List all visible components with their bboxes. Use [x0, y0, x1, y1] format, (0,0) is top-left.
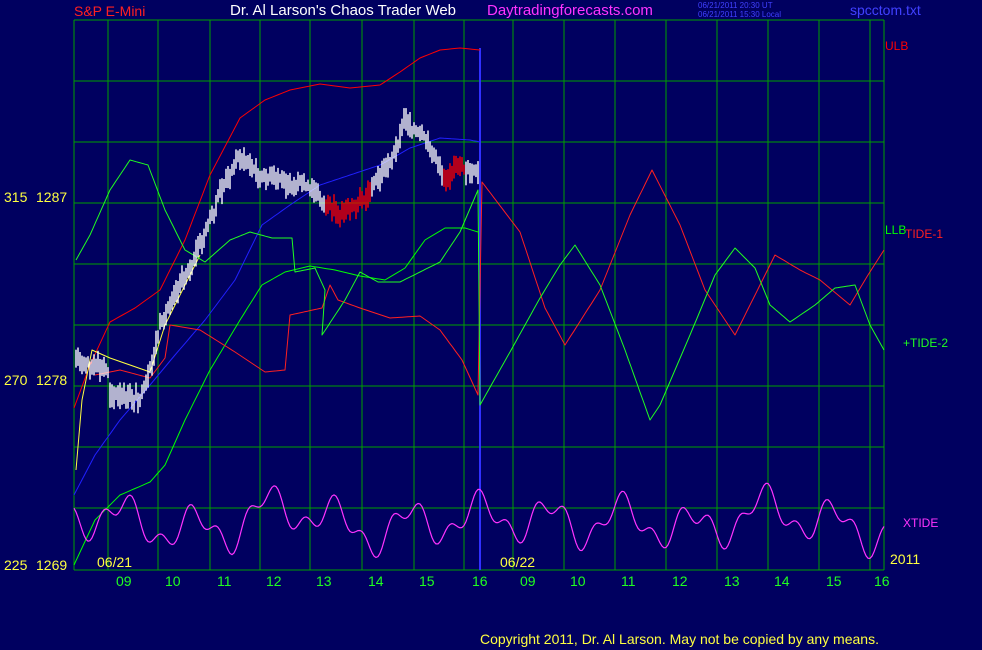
x-label: 09	[520, 573, 536, 589]
legend-xtide: XTIDE	[903, 516, 939, 530]
x-label: 15	[419, 573, 435, 589]
timestamp-local: 06/21/2011 15:30 Local	[698, 10, 782, 19]
chart-area	[73, 19, 885, 571]
y-label-index-270: 270	[4, 372, 28, 388]
chart-title: Dr. Al Larson's Chaos Trader Web	[230, 2, 457, 19]
x-label: 10	[570, 573, 586, 589]
y-label-price-1287: 1287	[36, 189, 68, 205]
tide1-line	[94, 169, 885, 396]
legend-tide1: TIDE-1	[905, 227, 944, 241]
x-label: 16	[472, 573, 488, 589]
x-label: 14	[368, 573, 384, 589]
y-label-price-1278: 1278	[36, 372, 68, 388]
date-label-1: 06/21	[97, 554, 133, 570]
x-label: 10	[165, 573, 181, 589]
filename-label: spcctom.txt	[850, 2, 921, 18]
legend-llb: LLB	[885, 223, 907, 237]
site-label[interactable]: Daytradingforecasts.com	[487, 3, 653, 18]
x-label: 09	[116, 573, 132, 589]
x-label: 16	[874, 573, 890, 589]
x-label: 13	[316, 573, 332, 589]
timestamp-ut: 06/21/2011 20:30 UT	[698, 1, 773, 10]
x-label: 11	[621, 573, 636, 589]
y-label-index-315: 315	[4, 189, 28, 205]
year-label: 2011	[890, 551, 921, 567]
x-label: 12	[266, 573, 282, 589]
symbol-label: S&P E-Mini	[74, 3, 146, 19]
y-label-index-225: 225	[4, 557, 28, 573]
x-label: 15	[826, 573, 842, 589]
x-label: 13	[724, 573, 740, 589]
x-label: 14	[774, 573, 790, 589]
x-label: 12	[672, 573, 688, 589]
ulb-line	[73, 47, 481, 409]
legend-ulb: ULB	[885, 39, 909, 53]
x-label: 11	[217, 573, 232, 589]
copyright-text: Copyright 2011, Dr. Al Larson. May not b…	[480, 631, 879, 647]
legend-tide2: +TIDE-2	[903, 336, 949, 350]
y-label-price-1269: 1269	[36, 557, 68, 573]
date-label-2: 06/22	[500, 554, 536, 570]
